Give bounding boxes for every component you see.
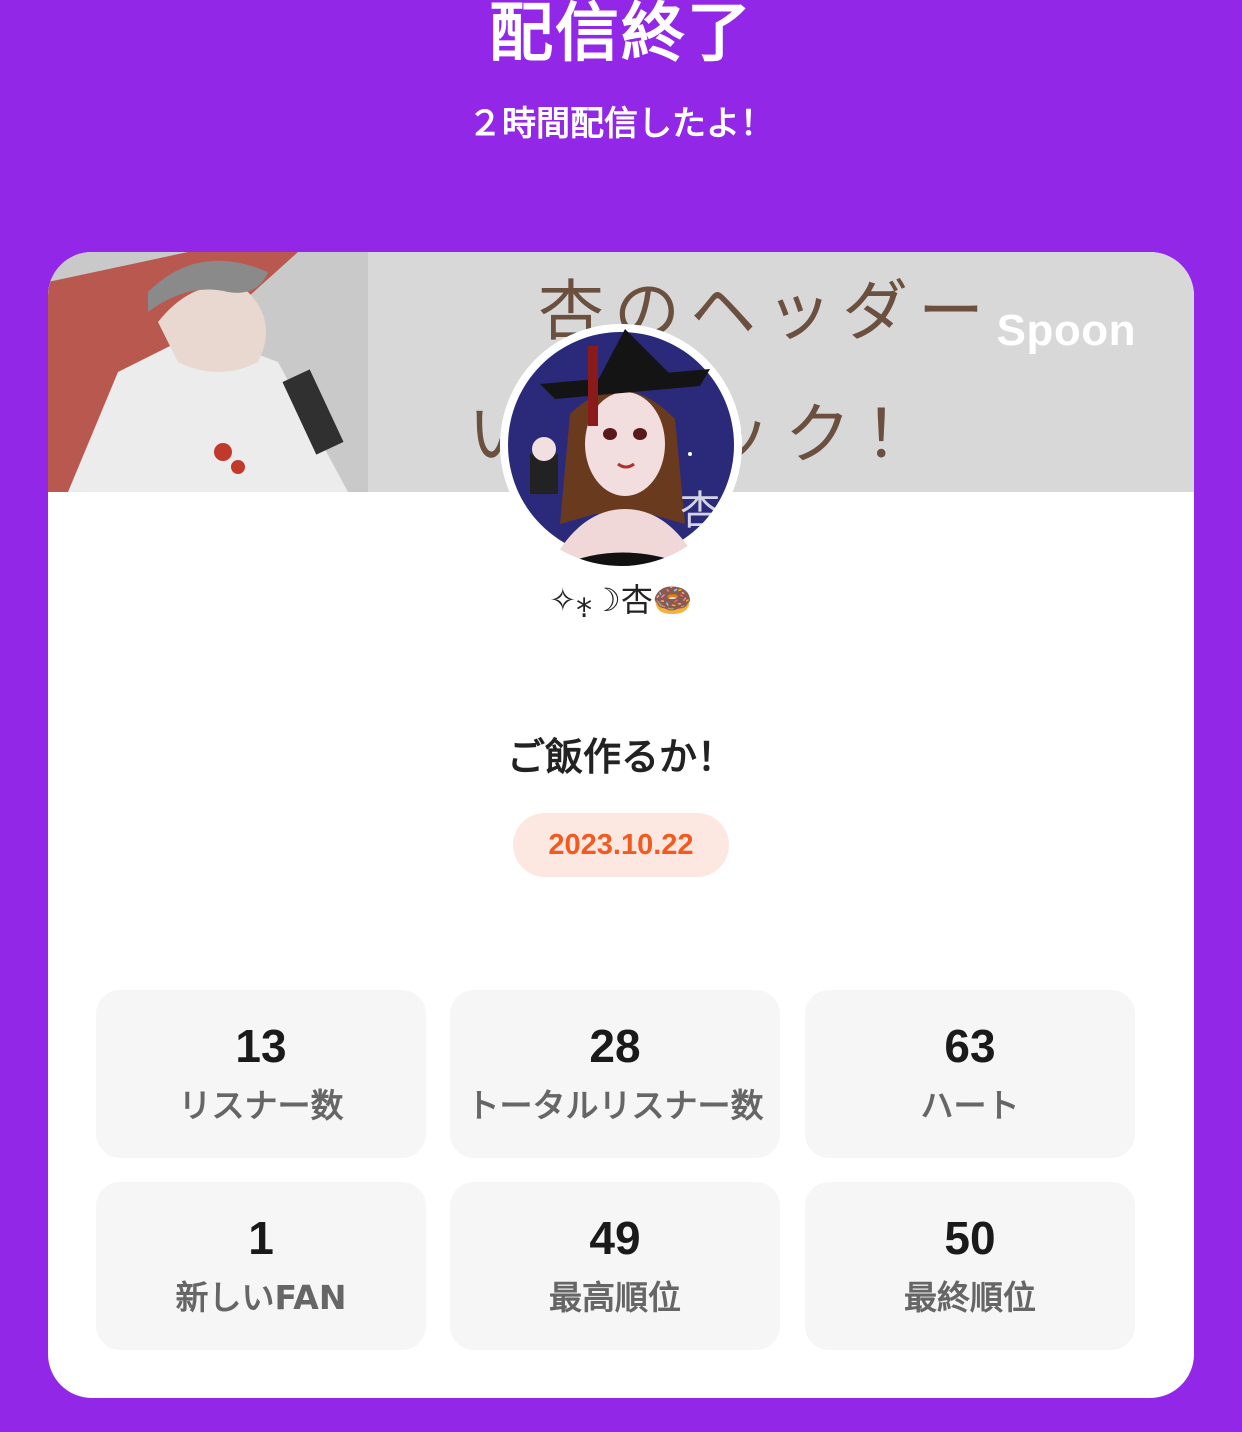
page-title: 配信終了: [489, 0, 753, 71]
stat-value: 49: [589, 1212, 641, 1264]
page-subtitle: ２時間配信したよ！: [468, 104, 774, 144]
date-badge: 2023.10.22: [513, 813, 729, 877]
stat-value: 1: [248, 1212, 274, 1264]
stat-label: 最終順位: [904, 1278, 1036, 1317]
stat-value: 63: [944, 1020, 996, 1072]
stat-label: 最高順位: [549, 1278, 681, 1317]
stat-value: 50: [944, 1212, 996, 1264]
stat-highest-rank: 49 最高順位: [450, 1182, 780, 1350]
stat-hearts: 63 ハート: [805, 990, 1135, 1158]
svg-text:杏: 杏: [680, 488, 720, 534]
stat-label: ハート: [920, 1086, 1020, 1125]
stat-label: 新しいFAN: [175, 1278, 347, 1317]
avatar[interactable]: 杏: [500, 324, 742, 566]
stat-new-fans: 1 新しいFAN: [96, 1182, 426, 1350]
username: ✧⁎̣☽杏🍩: [549, 581, 693, 619]
stat-listeners: 13 リスナー数: [96, 990, 426, 1158]
stream-title: ご飯作るか！: [506, 735, 735, 779]
stat-label: トータルリスナー数: [466, 1086, 764, 1125]
stat-total-listeners: 28 トータルリスナー数: [450, 990, 780, 1158]
user-avatar-icon: 杏: [500, 324, 742, 566]
stat-label: リスナー数: [178, 1086, 344, 1125]
stat-value: 13: [235, 1020, 287, 1072]
spoon-logo: Spoon: [996, 306, 1136, 355]
stat-value: 28: [589, 1020, 641, 1072]
stat-final-rank: 50 最終順位: [805, 1182, 1135, 1350]
broadcast-summary-card: 杏のヘッダー いジャック！ Spoon: [48, 252, 1194, 1398]
